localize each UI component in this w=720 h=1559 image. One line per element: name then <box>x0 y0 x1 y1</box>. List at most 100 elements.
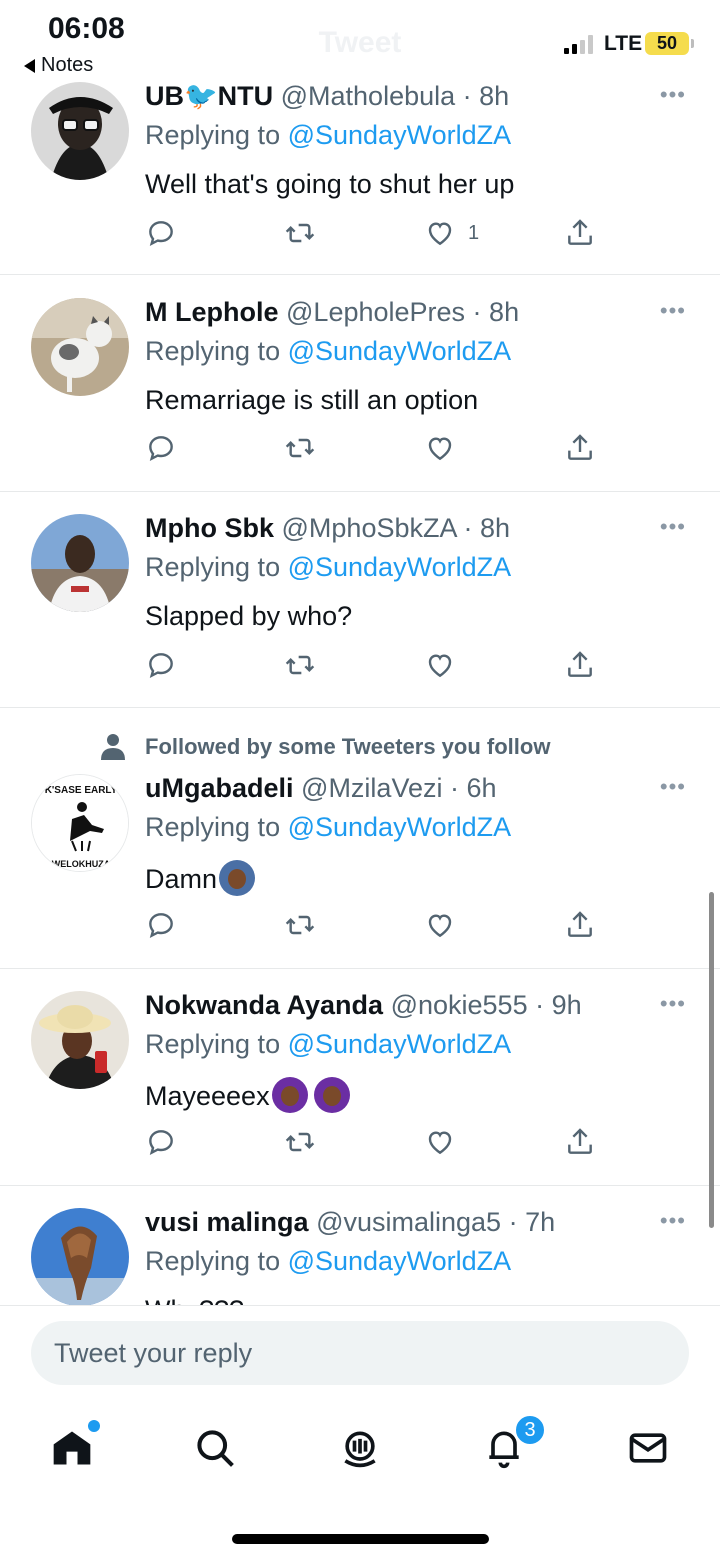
heart-icon <box>428 437 452 461</box>
avatar[interactable]: K'SASE EARLY WELOKHUZA <box>31 774 129 872</box>
share-icon <box>568 219 592 245</box>
replying-to-link[interactable]: @SundayWorldZA <box>288 1029 512 1059</box>
author-name[interactable]: UB🐦NTU <box>145 81 273 111</box>
spaces-icon <box>344 1431 376 1468</box>
reply-icon <box>149 913 173 938</box>
like-button[interactable] <box>424 648 456 682</box>
like-button[interactable] <box>424 431 456 465</box>
heart-icon <box>428 222 452 246</box>
more-options-icon[interactable]: ••• <box>660 991 686 1017</box>
tweet-text: Well that's going to shut her up <box>145 169 515 199</box>
tweet-time: 7h <box>525 1207 556 1237</box>
retweet-icon <box>285 915 315 935</box>
share-button[interactable] <box>564 648 596 682</box>
tab-search[interactable] <box>191 1424 239 1472</box>
avatar[interactable] <box>31 991 129 1089</box>
tweet-item[interactable]: UB🐦NTU @Matholebula · 8h Replying to @Su… <box>0 60 720 275</box>
retweet-button[interactable] <box>284 908 316 942</box>
rock-formation-avatar-icon <box>31 1208 129 1305</box>
replying-to-link[interactable]: @SundayWorldZA <box>288 552 512 582</box>
share-icon <box>568 911 592 937</box>
reply-button[interactable] <box>145 216 177 250</box>
reply-icon <box>149 221 173 246</box>
tweet-item[interactable]: vusi malinga @vusimalinga5 · 7h Replying… <box>0 1186 720 1305</box>
author-name[interactable]: Mpho Sbk <box>145 513 274 543</box>
home-unread-dot <box>88 1420 100 1432</box>
author-handle[interactable]: @Matholebula <box>281 81 456 111</box>
tweet-header: Nokwanda Ayanda @nokie555 · 9h <box>145 990 582 1020</box>
woman-hat-avatar-icon <box>31 991 129 1089</box>
reply-button[interactable] <box>145 1125 177 1159</box>
tweet-text: Slapped by who? <box>145 601 353 631</box>
tweet-item[interactable]: Mpho Sbk @MphoSbkZA · 8h Replying to @Su… <box>0 492 720 708</box>
feed-scrollbar[interactable] <box>709 892 714 1228</box>
social-context: Followed by some Tweeters you follow <box>145 734 551 759</box>
retweet-button[interactable] <box>284 431 316 465</box>
tab-home[interactable] <box>48 1420 100 1472</box>
notifications-badge: 3 <box>514 1414 546 1446</box>
share-button[interactable] <box>564 1125 596 1159</box>
reply-icon <box>149 653 173 678</box>
tweet-text: Remarriage is still an option <box>145 385 479 415</box>
avatar[interactable] <box>31 82 129 180</box>
avatar[interactable] <box>31 1208 129 1305</box>
author-handle[interactable]: @LepholePres <box>286 297 465 327</box>
share-button[interactable] <box>564 908 596 942</box>
reply-feed[interactable]: UB🐦NTU @Matholebula · 8h Replying to @Su… <box>0 0 720 1305</box>
replying-to: Replying to @SundayWorldZA <box>145 812 512 842</box>
avatar[interactable] <box>31 514 129 612</box>
reply-input[interactable] <box>31 1321 689 1385</box>
like-button[interactable] <box>424 908 456 942</box>
reply-button[interactable] <box>145 431 177 465</box>
tab-bar: 3 <box>0 1404 720 1494</box>
author-handle[interactable]: @MzilaVezi <box>301 773 442 803</box>
author-handle[interactable]: @MphoSbkZA <box>282 513 457 543</box>
replying-to-link[interactable]: @SundayWorldZA <box>288 812 512 842</box>
like-button[interactable]: 1 <box>424 216 479 250</box>
woman-gesturing-ok-icon <box>219 860 256 896</box>
avatar-top-text: K'SASE EARLY <box>45 785 118 796</box>
more-options-icon[interactable]: ••• <box>660 514 686 540</box>
replying-to-link[interactable]: @SundayWorldZA <box>288 336 512 366</box>
reply-button[interactable] <box>145 648 177 682</box>
more-options-icon[interactable]: ••• <box>660 82 686 108</box>
share-button[interactable] <box>564 216 596 250</box>
tab-notifications[interactable]: 3 <box>480 1414 546 1472</box>
author-handle[interactable]: @vusimalinga5 <box>316 1207 501 1237</box>
tab-messages[interactable] <box>624 1424 672 1472</box>
replying-to-link[interactable]: @SundayWorldZA <box>288 120 512 150</box>
person-sunglasses-avatar-icon <box>31 82 129 180</box>
more-options-icon[interactable]: ••• <box>660 298 686 324</box>
person-icon <box>101 734 125 760</box>
replying-to-link[interactable]: @SundayWorldZA <box>288 1246 512 1276</box>
search-icon <box>197 1430 234 1467</box>
heart-icon <box>428 654 452 678</box>
tweet-item[interactable]: Followed by some Tweeters you follow K'S… <box>0 708 720 969</box>
more-options-icon[interactable]: ••• <box>660 774 686 800</box>
author-name[interactable]: Nokwanda Ayanda <box>145 990 383 1020</box>
like-button[interactable] <box>424 1125 456 1159</box>
tweet-text: Why??? <box>145 1294 690 1305</box>
retweet-button[interactable] <box>284 648 316 682</box>
tweet-item[interactable]: Nokwanda Ayanda @nokie555 · 9h Replying … <box>0 969 720 1186</box>
author-name[interactable]: M Lephole <box>145 297 279 327</box>
retweet-button[interactable] <box>284 216 316 250</box>
reply-button[interactable] <box>145 908 177 942</box>
avatar[interactable] <box>31 298 129 396</box>
share-icon <box>568 651 592 677</box>
tweet-time: 8h <box>479 81 510 111</box>
tab-spaces[interactable] <box>336 1424 384 1472</box>
home-indicator <box>232 1534 489 1544</box>
replying-to: Replying to @SundayWorldZA <box>145 336 512 366</box>
tweet-actions <box>145 1125 605 1159</box>
more-options-icon[interactable]: ••• <box>660 1208 686 1234</box>
tweet-time: 9h <box>551 990 582 1020</box>
like-count: 1 <box>468 221 480 244</box>
share-button[interactable] <box>564 431 596 465</box>
tweet-time: 6h <box>466 773 497 803</box>
author-name[interactable]: vusi malinga <box>145 1207 309 1237</box>
tweet-item[interactable]: M Lephole @LepholePres · 8h Replying to … <box>0 275 720 492</box>
author-handle[interactable]: @nokie555 <box>391 990 528 1020</box>
retweet-button[interactable] <box>284 1125 316 1159</box>
author-name[interactable]: uMgabadeli <box>145 773 294 803</box>
